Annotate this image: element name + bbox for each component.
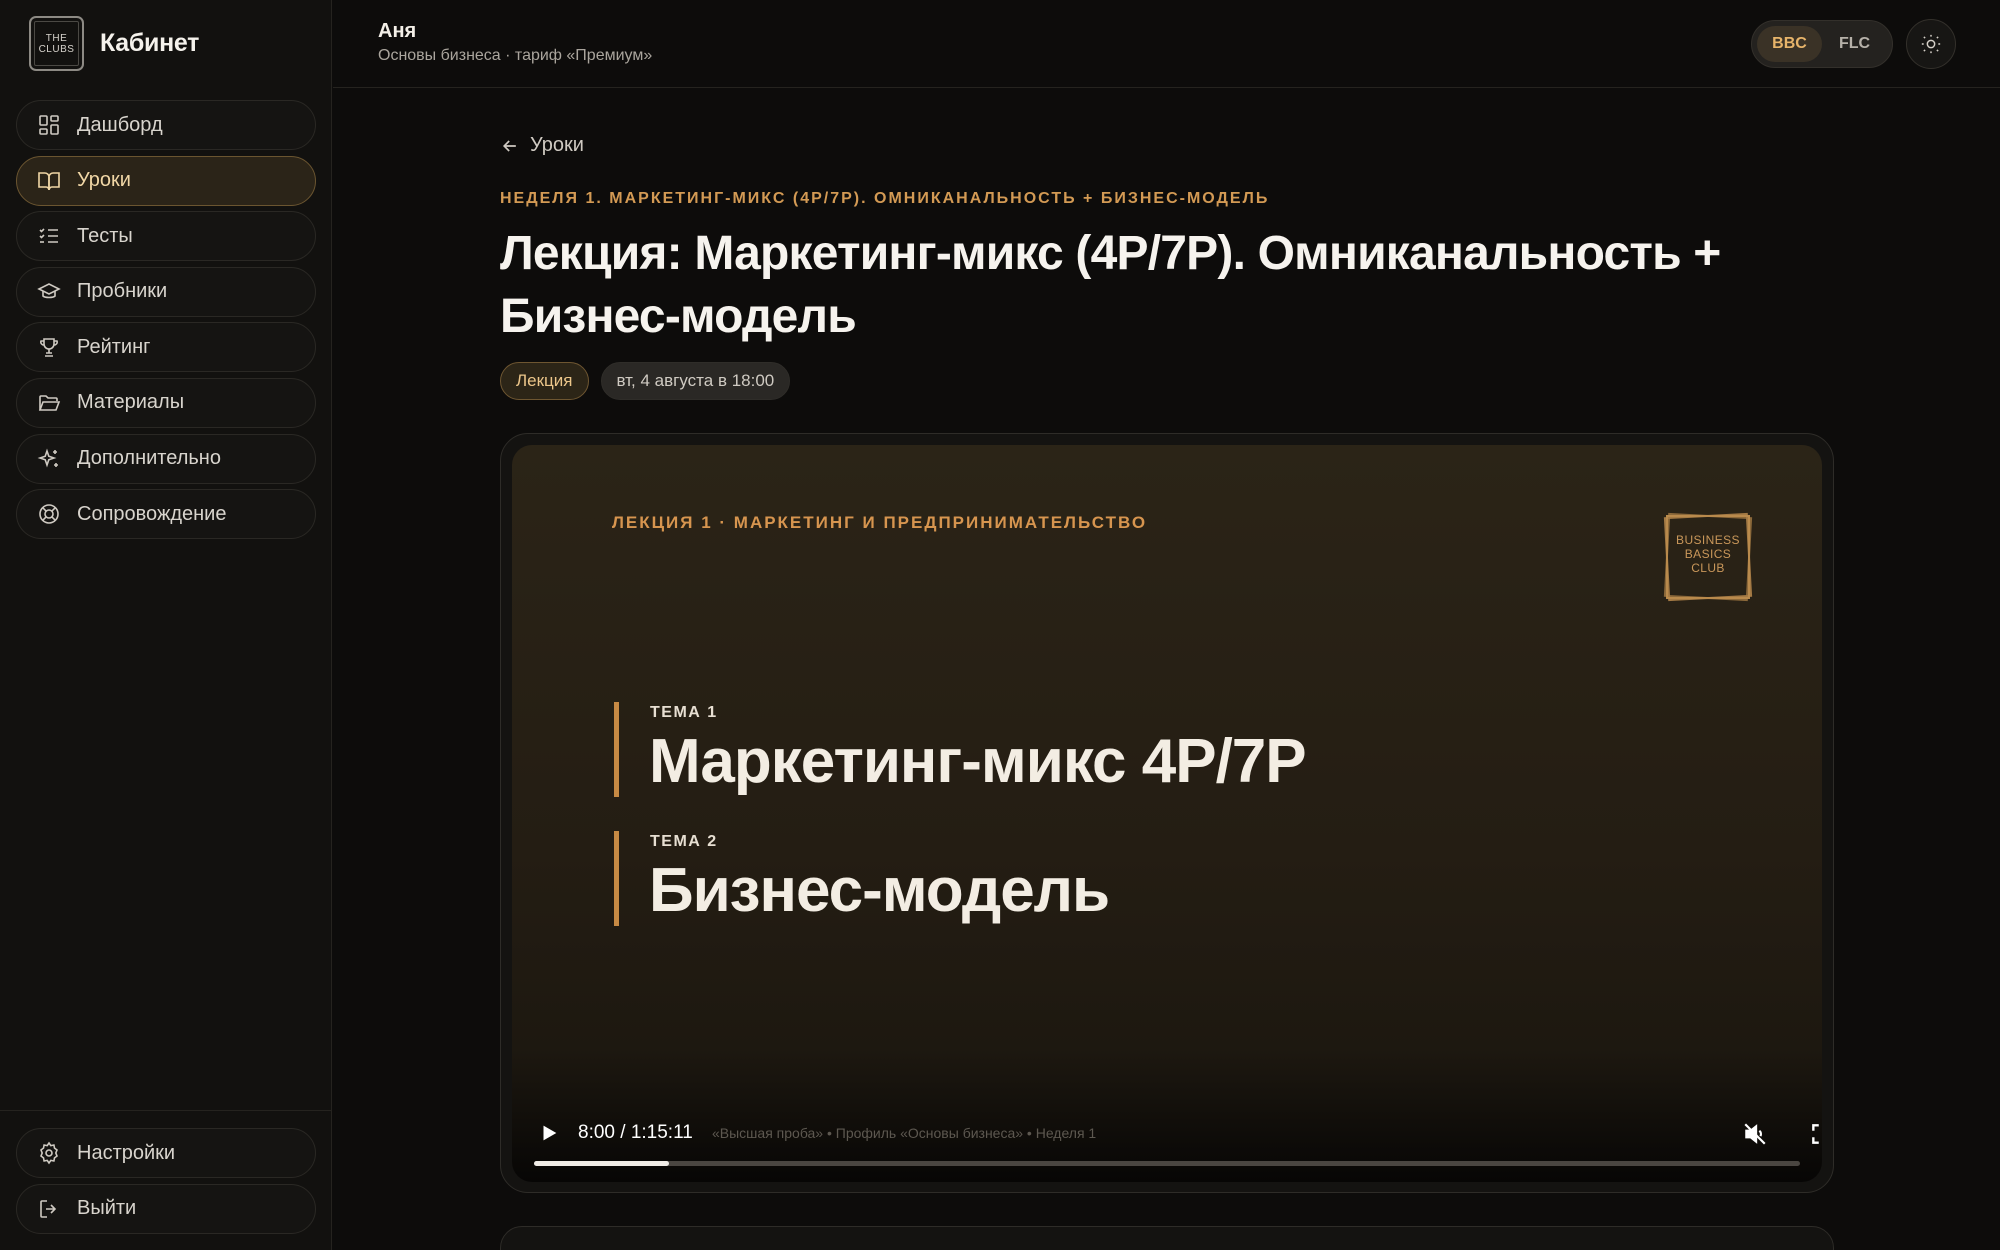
sidebar-item-label: Настройки: [77, 1141, 176, 1164]
sidebar-item-label: Материалы: [77, 391, 185, 414]
topic-accent-bar: [614, 702, 619, 797]
user-name: Аня: [378, 20, 417, 42]
theme-toggle-button[interactable]: [1906, 19, 1956, 69]
video-progress-fill: [534, 1161, 670, 1166]
dashboard-icon: [39, 115, 59, 135]
sidebar-item-label: Тесты: [77, 224, 133, 247]
top-header: Аня Основы бизнеса · тариф «Премиум» BBC…: [333, 0, 2000, 88]
lecture-title: Лекция: Маркетинг-микс (4P/7P). Омникана…: [500, 227, 1721, 343]
brand[interactable]: THE CLUBS Кабинет: [29, 16, 199, 71]
slide-header: ЛЕКЦИЯ 1 · МАРКЕТИНГ И ПРЕДПРИНИМАТЕЛЬСТ…: [612, 513, 1148, 532]
video-player[interactable]: ЛЕКЦИЯ 1 · МАРКЕТИНГ И ПРЕДПРИНИМАТЕЛЬСТ…: [512, 445, 1822, 1182]
sidebar-item-label: Сопровождение: [77, 502, 227, 525]
sidebar-item-support[interactable]: Сопровождение: [16, 489, 316, 540]
sidebar-nav: Дашборд Уроки Тесты Пробники Рейтинг Мат…: [16, 100, 316, 545]
brand-title: Кабинет: [100, 29, 200, 57]
trophy-icon: [40, 338, 58, 358]
clubs-logo: THE CLUBS: [29, 16, 84, 71]
gear-icon: [40, 1141, 58, 1165]
sidebar-item-label: Дополнительно: [77, 447, 221, 470]
sidebar-item-label: Выйти: [77, 1197, 137, 1220]
sidebar-item-rating[interactable]: Рейтинг: [16, 322, 316, 373]
sidebar-item-logout[interactable]: Выйти: [16, 1183, 316, 1234]
user-subtitle: Основы бизнеса · тариф «Премиум»: [378, 47, 653, 64]
sidebar-item-dashboard[interactable]: Дашборд: [16, 100, 316, 150]
video-caption: «Высшая проба» • Профиль «Основы бизнеса…: [712, 1125, 1097, 1141]
lifebuoy-icon: [39, 504, 59, 524]
folder-icon: [38, 395, 61, 411]
sidebar-item-lessons[interactable]: Уроки: [16, 155, 316, 206]
mute-icon[interactable]: [1742, 1121, 1768, 1147]
video-time: 8:00 / 1:15:11: [578, 1122, 693, 1143]
video-card: ЛЕКЦИЯ 1 · МАРКЕТИНГ И ПРЕДПРИНИМАТЕЛЬСТ…: [500, 433, 1834, 1193]
club-switch: BBC FLC: [1751, 20, 1893, 68]
sidebar-item-trials[interactable]: Пробники: [16, 266, 316, 317]
video-controls: «Высшая проба» • Профиль «Основы бизнеса…: [512, 1100, 1822, 1182]
fullscreen-icon[interactable]: [1809, 1121, 1822, 1147]
arrow-left-icon: [502, 139, 516, 152]
sidebar-divider: [0, 1110, 332, 1111]
book-icon: [38, 171, 60, 190]
club-option-flc[interactable]: FLC: [1822, 26, 1887, 62]
sidebar-item-materials[interactable]: Материалы: [16, 377, 316, 428]
topic-label: ТЕМА 2: [650, 833, 718, 850]
topic-label: ТЕМА 1: [650, 704, 718, 721]
play-icon[interactable]: [538, 1122, 560, 1144]
topic-name: Бизнес-модель: [649, 856, 1110, 925]
logout-icon: [40, 1199, 57, 1218]
sun-icon: [1921, 34, 1941, 54]
back-to-lessons-link[interactable]: Уроки: [500, 134, 584, 157]
sidebar-item-label: Уроки: [77, 169, 131, 192]
sidebar-bottom-nav: Настройки Выйти: [16, 1128, 316, 1239]
lesson-date-badge: вт, 4 августа в 18:00: [600, 362, 791, 400]
next-section-card: [500, 1226, 1834, 1250]
graduation-cap-icon: [37, 282, 61, 299]
lesson-type-badge: Лекция: [500, 362, 589, 400]
checklist-icon: [39, 228, 58, 243]
video-progress-bar[interactable]: [534, 1161, 1800, 1166]
sidebar-item-extra[interactable]: Дополнительно: [16, 433, 316, 484]
week-label: НЕДЕЛЯ 1. МАРКЕТИНГ-МИКС (4P/7P). ОМНИКА…: [500, 190, 1270, 207]
sidebar-item-label: Дашборд: [77, 113, 163, 136]
back-link-label: Уроки: [530, 134, 584, 156]
topic-name: Маркетинг-микс 4P/7P: [649, 727, 1307, 796]
sidebar: THE CLUBS Кабинет Дашборд Уроки Тесты Пр…: [0, 0, 332, 1250]
sparkles-icon: [37, 448, 58, 468]
sidebar-item-label: Пробники: [77, 280, 168, 303]
sidebar-item-tests[interactable]: Тесты: [16, 211, 316, 262]
topic-accent-bar: [614, 831, 619, 926]
sidebar-item-settings[interactable]: Настройки: [16, 1128, 316, 1178]
club-option-bbc[interactable]: BBC: [1757, 26, 1822, 62]
lesson-badges: Лекция вт, 4 августа в 18:00: [500, 362, 802, 400]
business-basics-club-logo: BUSINESS BASICS CLUB: [1663, 512, 1753, 602]
sidebar-item-label: Рейтинг: [77, 335, 151, 358]
